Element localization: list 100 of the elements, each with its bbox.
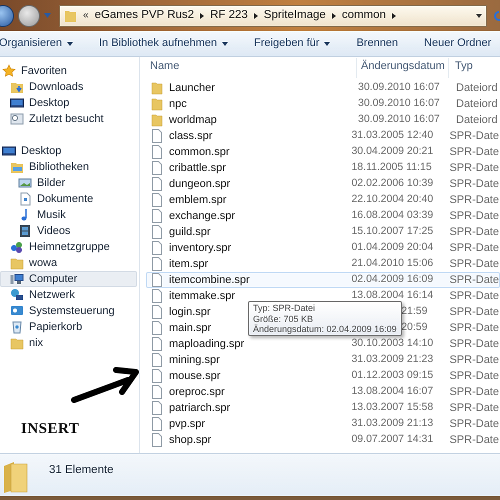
file-icon — [151, 193, 163, 207]
item-count: 31 Elemente — [49, 463, 114, 478]
sidebar-item[interactable]: Desktop — [0, 95, 137, 111]
file-name: worldmap — [169, 112, 217, 128]
breadcrumb[interactable]: eGames PVP Rus2 — [94, 6, 194, 24]
file-type: SPR-Date — [449, 144, 499, 160]
file-name: login.spr — [169, 304, 211, 320]
sidebar-item[interactable]: Downloads — [0, 79, 137, 95]
sidebar-item[interactable]: wowa — [0, 255, 137, 271]
sidebar-item[interactable]: Dokumente — [0, 191, 137, 207]
modified-date: 15.10.2007 17:25 — [351, 225, 434, 238]
file-name: exchange.spr — [169, 208, 236, 224]
breadcrumb[interactable]: common — [342, 6, 386, 24]
breadcrumb-arrow-icon[interactable] — [254, 12, 258, 18]
breadcrumb-arrow-icon[interactable] — [200, 12, 204, 18]
file-icon — [151, 289, 163, 303]
modified-date: 16.08.2004 03:39 — [351, 209, 434, 222]
overflow-chevron[interactable]: « — [83, 8, 89, 23]
file-icon — [151, 257, 163, 271]
file-icon — [151, 145, 163, 159]
file-type: SPR-Date — [449, 128, 499, 144]
file-name: shop.spr — [169, 432, 212, 448]
file-icon — [151, 161, 163, 175]
modified-date: 31.03.2009 21:23 — [351, 353, 434, 366]
file-name: class.spr — [169, 128, 212, 144]
sidebar-item[interactable]: Bibliotheken — [0, 159, 137, 175]
modified-date: 13.08.2004 16:14 — [351, 289, 434, 302]
sidebar-item[interactable]: Papierkorb — [0, 319, 137, 335]
sidebar-item[interactable]: nix — [0, 335, 137, 351]
file-type: SPR-Date — [449, 240, 499, 256]
file-name: cribattle.spr — [169, 160, 226, 176]
file-name: mining.spr — [169, 352, 220, 368]
file-name: patriarch.spr — [169, 400, 230, 416]
modified-date: 02.04.2009 16:09 — [351, 273, 434, 286]
column-header[interactable]: Änderungsdatum — [357, 58, 449, 78]
file-type: Dateiord — [456, 96, 498, 112]
file-type: SPR-Date — [449, 336, 499, 352]
sidebar-item[interactable]: Videos — [0, 223, 137, 239]
sidebar-item[interactable]: Netzwerk — [0, 287, 137, 303]
sidebar-item[interactable]: Bilder — [0, 175, 137, 191]
tooltip-line: Änderungsdatum: 02.04.2009 16:09 — [253, 324, 397, 334]
toolbar-button[interactable]: Freigeben für — [254, 35, 330, 52]
column-header[interactable]: Name — [140, 58, 357, 78]
file-type: SPR-Date — [449, 368, 499, 384]
file-icon — [151, 225, 163, 239]
modified-date: 30.09.2010 16:07 — [358, 97, 440, 110]
file-type: SPR-Date — [449, 304, 499, 320]
file-name: main.spr — [169, 320, 212, 336]
file-type: SPR-Date — [449, 208, 499, 224]
annotation-label: INSERT — [21, 420, 80, 439]
file-icon — [151, 433, 163, 447]
file-name: item.spr — [169, 256, 208, 272]
folder-icon — [10, 336, 24, 350]
modified-date: 20:59 — [401, 321, 428, 334]
file-name: itemcombine.spr — [169, 272, 250, 288]
file-type: SPR-Date — [449, 256, 499, 272]
file-name: guild.spr — [169, 224, 211, 240]
file-type: SPR-Date — [449, 416, 499, 432]
sidebar-item[interactable]: Favoriten — [0, 63, 137, 79]
file-icon — [151, 337, 163, 351]
toolbar-button[interactable]: In Bibliothek aufnehmen — [98, 35, 228, 52]
breadcrumb-arrow-icon[interactable] — [332, 12, 336, 18]
file-icon — [151, 305, 163, 319]
file-icon — [151, 369, 163, 383]
modified-date: 13.03.2007 15:58 — [351, 401, 434, 414]
sidebar-item[interactable]: Computer — [0, 271, 137, 287]
breadcrumb-arrow-icon[interactable] — [392, 12, 396, 18]
star-icon — [2, 64, 16, 78]
file-type: SPR-Date — [449, 352, 499, 368]
homegroup-icon — [10, 240, 24, 254]
sidebar-item[interactable]: Systemsteuerung — [0, 303, 137, 319]
file-name: Launcher — [169, 80, 215, 96]
breadcrumb[interactable]: RF 223 — [210, 6, 248, 24]
column-header[interactable]: Typ — [449, 58, 473, 74]
file-name: dungeon.spr — [169, 176, 230, 192]
sidebar-item[interactable]: Musik — [0, 207, 137, 223]
forward-button[interactable] — [18, 4, 40, 26]
modified-date: 30.04.2009 20:21 — [351, 145, 434, 158]
sidebar-item[interactable]: Heimnetzgruppe — [0, 239, 137, 255]
file-row[interactable]: itemcombine.spr 02.04.2009 16:09 SPR-Date — [146, 272, 500, 288]
computer-icon — [10, 272, 24, 286]
file-type: SPR-Date — [449, 176, 499, 192]
modified-date: 30.09.2010 16:07 — [358, 81, 440, 94]
toolbar-button[interactable]: Brennen — [356, 35, 398, 52]
sidebar-item[interactable]: Desktop — [0, 143, 137, 159]
file-icon — [151, 385, 163, 399]
monitor-icon — [2, 144, 16, 158]
film-icon — [18, 224, 32, 238]
modified-date: 13.08.2004 16:07 — [351, 385, 434, 398]
file-type: Dateiord — [456, 80, 498, 96]
dropdown-caret-icon — [324, 42, 330, 46]
file-name: emblem.spr — [169, 192, 226, 208]
dropdown-caret-icon[interactable] — [476, 14, 482, 18]
toolbar-button[interactable]: Neuer Ordner — [424, 35, 492, 52]
modified-date: 09.07.2007 14:31 — [351, 433, 434, 446]
folder-icon — [151, 98, 163, 110]
address-bar[interactable]: « eGames PVP Rus2 RF 223 SpriteImage common — [59, 4, 487, 26]
sidebar-item[interactable]: Zuletzt besucht — [0, 111, 137, 127]
breadcrumb[interactable]: SpriteImage — [264, 6, 326, 24]
library-icon — [10, 160, 24, 174]
